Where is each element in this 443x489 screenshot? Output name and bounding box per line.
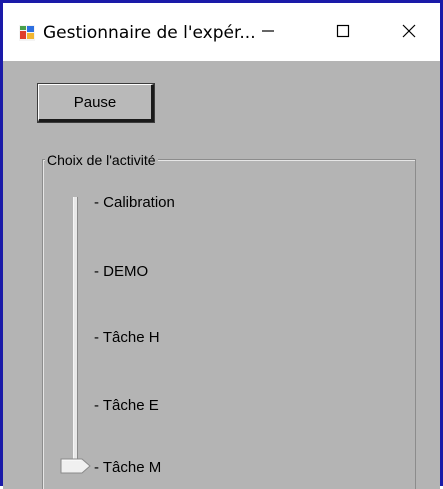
minimize-icon	[261, 24, 275, 43]
activity-option-tache-e[interactable]: - Tâche E	[94, 397, 159, 414]
activity-group-title: Choix de l'activité	[45, 152, 158, 168]
activity-option-calibration[interactable]: - Calibration	[94, 194, 175, 211]
activity-slider-track[interactable]	[73, 197, 78, 469]
app-window: Gestionnaire de l'expér... Pause Choix d…	[0, 0, 443, 489]
client-area: Pause Choix de l'activité - Calibration …	[3, 61, 440, 489]
close-button[interactable]	[386, 11, 432, 55]
window-title: Gestionnaire de l'expér...	[43, 23, 256, 43]
maximize-icon	[336, 24, 350, 43]
activity-option-demo[interactable]: - DEMO	[94, 263, 148, 280]
maximize-button[interactable]	[320, 11, 366, 55]
activity-slider-thumb[interactable]	[60, 457, 92, 475]
activity-option-tache-h[interactable]: - Tâche H	[94, 329, 160, 346]
close-icon	[402, 24, 416, 43]
app-icon	[19, 25, 35, 41]
pause-button[interactable]: Pause	[37, 83, 155, 123]
minimize-button[interactable]	[245, 11, 291, 55]
activity-option-tache-m[interactable]: - Tâche M	[94, 459, 161, 476]
title-bar[interactable]: Gestionnaire de l'expér...	[3, 3, 440, 61]
